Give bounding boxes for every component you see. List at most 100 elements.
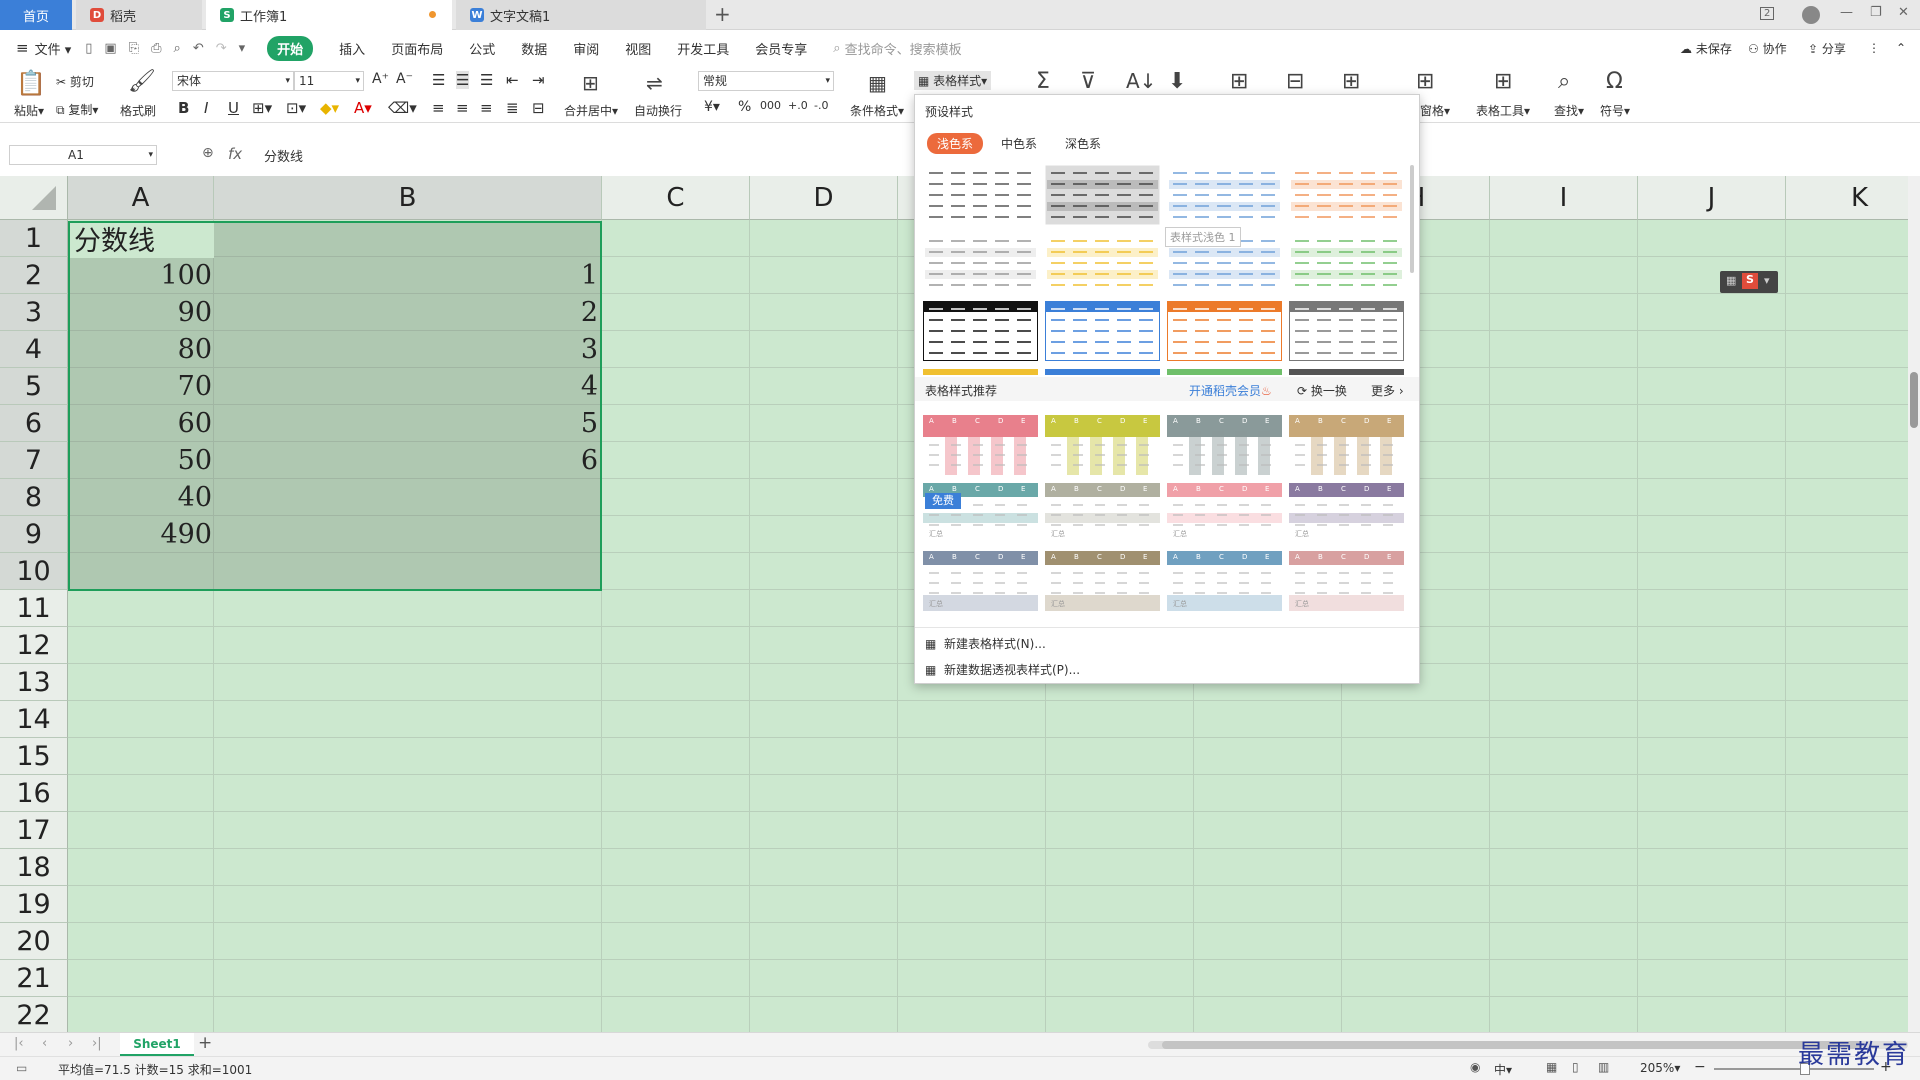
scroll-thumb[interactable] xyxy=(1910,372,1918,428)
unsaved-status[interactable]: ☁ 未保存 xyxy=(1680,40,1732,57)
cell-style-icon[interactable]: ⊡▾ xyxy=(286,99,306,117)
preset-style-swatch[interactable] xyxy=(1289,233,1404,293)
row-header-21[interactable]: 21 xyxy=(0,960,68,997)
recommended-style[interactable]: A B C D E 汇总 xyxy=(1167,551,1282,611)
row-header-10[interactable]: 10 xyxy=(0,553,68,590)
font-size-select[interactable]: 11 ▾ xyxy=(294,71,364,91)
recommended-style[interactable]: A B C D E 汇总 xyxy=(1045,551,1160,611)
distribute-icon[interactable]: ⊟ xyxy=(532,99,545,117)
first-sheet-icon[interactable]: |‹ xyxy=(14,1036,24,1051)
cell-a6[interactable]: 60 xyxy=(70,405,212,442)
menu-developer[interactable]: 开发工具 xyxy=(677,39,729,58)
cell-a4[interactable]: 80 xyxy=(70,331,212,368)
cell-b2[interactable]: 1 xyxy=(216,257,598,294)
decrease-decimal-icon[interactable]: -.0 xyxy=(814,99,828,112)
row-header-7[interactable]: 7 xyxy=(0,442,68,479)
restore-icon[interactable]: ❐ xyxy=(1870,5,1882,20)
recommended-style[interactable]: A B C D E 汇总 xyxy=(1289,483,1404,543)
name-box[interactable]: A1 ▾ xyxy=(9,145,157,165)
conditional-format-button[interactable]: 条件格式▾ xyxy=(850,102,904,119)
recommended-style[interactable]: A B C D E xyxy=(1289,415,1404,475)
wrap-icon[interactable]: ⇌ xyxy=(646,71,663,95)
row-header-6[interactable]: 6 xyxy=(0,405,68,442)
column-header-k[interactable]: K xyxy=(1786,176,1908,220)
sheet-tab-sheet1[interactable]: Sheet1 xyxy=(120,1033,194,1056)
sort-icon[interactable]: A↓ xyxy=(1126,69,1156,93)
select-all-corner[interactable] xyxy=(0,176,68,220)
find-icon[interactable]: ⌕ xyxy=(1558,69,1570,94)
cut-button[interactable]: ✂ 剪切 xyxy=(56,73,94,90)
row-header-17[interactable]: 17 xyxy=(0,812,68,849)
border-icon[interactable]: ⊞▾ xyxy=(252,99,272,117)
column-header-b[interactable]: B xyxy=(214,176,602,220)
hamburger-icon[interactable]: ≡ xyxy=(16,39,29,57)
preset-style-swatch[interactable] xyxy=(1045,165,1160,225)
cell-a7[interactable]: 50 xyxy=(70,442,212,479)
fill-color-icon[interactable]: ◆▾ xyxy=(320,99,339,117)
preset-style-swatch[interactable] xyxy=(1045,233,1160,293)
menu-data[interactable]: 数据 xyxy=(521,39,547,58)
column-header-i[interactable]: I xyxy=(1490,176,1638,220)
redo-icon[interactable]: ↷ xyxy=(216,41,227,56)
freeze-button[interactable]: 窗格▾ xyxy=(1420,102,1450,119)
new-pivot-style-item[interactable]: ▦ 新建数据透视表样式(P)... xyxy=(925,661,1080,678)
row-header-20[interactable]: 20 xyxy=(0,923,68,960)
recommended-style[interactable]: A B C D E 汇总 xyxy=(1045,483,1160,543)
indent-increase-icon[interactable]: ⇥ xyxy=(532,71,545,89)
command-search[interactable]: 查找命令、搜索模板 xyxy=(845,39,962,58)
underline-icon[interactable]: U xyxy=(228,99,239,117)
refresh-button[interactable]: ⟳ 换一换 xyxy=(1297,382,1347,399)
customize-icon[interactable]: ▾ xyxy=(239,41,246,56)
recommended-style[interactable]: A B C D E 汇总 xyxy=(923,551,1038,611)
row-header-2[interactable]: 2 xyxy=(0,257,68,294)
page-count-badge[interactable]: 2 xyxy=(1760,7,1775,20)
close-icon[interactable]: ✕ xyxy=(1898,5,1909,20)
recommended-style[interactable]: A B C D E xyxy=(1167,415,1282,475)
collab-button[interactable]: ⚇ 协作 xyxy=(1748,40,1787,57)
row-header-9[interactable]: 9 xyxy=(0,516,68,553)
menu-page-layout[interactable]: 页面布局 xyxy=(391,39,443,58)
copy-button[interactable]: ⧉ 复制▾ xyxy=(56,101,98,118)
preset-scroll-thumb[interactable] xyxy=(1410,165,1414,273)
format-icon[interactable]: ⊞ xyxy=(1230,69,1248,94)
preset-style-swatch[interactable] xyxy=(923,233,1038,293)
prev-sheet-icon[interactable]: ‹ xyxy=(42,1036,47,1051)
preset-style-swatch[interactable] xyxy=(1289,369,1404,375)
last-sheet-icon[interactable]: ›| xyxy=(92,1036,102,1051)
minimize-icon[interactable]: — xyxy=(1840,5,1853,20)
cell-a2[interactable]: 100 xyxy=(70,257,212,294)
row-header-19[interactable]: 19 xyxy=(0,886,68,923)
currency-icon[interactable]: ¥▾ xyxy=(704,99,720,115)
preset-style-swatch[interactable] xyxy=(923,301,1038,361)
save-icon[interactable]: ▣ xyxy=(104,41,116,56)
preset-style-swatch[interactable] xyxy=(1045,301,1160,361)
cell-a9[interactable]: 490 xyxy=(70,516,212,553)
table-tools-icon[interactable]: ⊞ xyxy=(1494,69,1512,94)
justify-icon[interactable]: ≣ xyxy=(506,99,519,117)
export-icon[interactable]: ⎘ xyxy=(129,41,139,56)
tab-workbook[interactable]: S 工作簿1 xyxy=(206,0,452,30)
cell-b3[interactable]: 2 xyxy=(216,294,598,331)
column-header-a[interactable]: A xyxy=(68,176,214,220)
recommended-style[interactable]: A B C D E xyxy=(1045,415,1160,475)
bold-icon[interactable]: B xyxy=(178,99,189,117)
row-col-icon[interactable]: ⊟ xyxy=(1286,69,1304,94)
table-tools-button[interactable]: 表格工具▾ xyxy=(1476,102,1530,119)
vip-link[interactable]: 开通稻壳会员♨ xyxy=(1189,382,1272,399)
new-icon[interactable]: ▯ xyxy=(85,41,92,56)
row-header-16[interactable]: 16 xyxy=(0,775,68,812)
more-icon[interactable]: ⋮ xyxy=(1868,41,1880,55)
menu-review[interactable]: 审阅 xyxy=(573,39,599,58)
italic-icon[interactable]: I xyxy=(204,99,208,117)
symbol-button[interactable]: 符号▾ xyxy=(1600,102,1630,119)
align-top-icon[interactable]: ☰ xyxy=(432,71,445,89)
macro-icon[interactable]: ▭ xyxy=(16,1061,27,1075)
hscroll-thumb[interactable] xyxy=(1162,1041,1862,1049)
tab-document[interactable]: W 文字文稿1 xyxy=(456,0,706,30)
next-sheet-icon[interactable]: › xyxy=(68,1036,73,1051)
worksheet-icon[interactable]: ⊞ xyxy=(1342,69,1360,94)
preset-style-swatch[interactable] xyxy=(1289,301,1404,361)
number-format-select[interactable]: 常规 ▾ xyxy=(698,71,834,91)
normal-view-icon[interactable]: ▦ xyxy=(1546,1060,1557,1074)
row-header-12[interactable]: 12 xyxy=(0,627,68,664)
